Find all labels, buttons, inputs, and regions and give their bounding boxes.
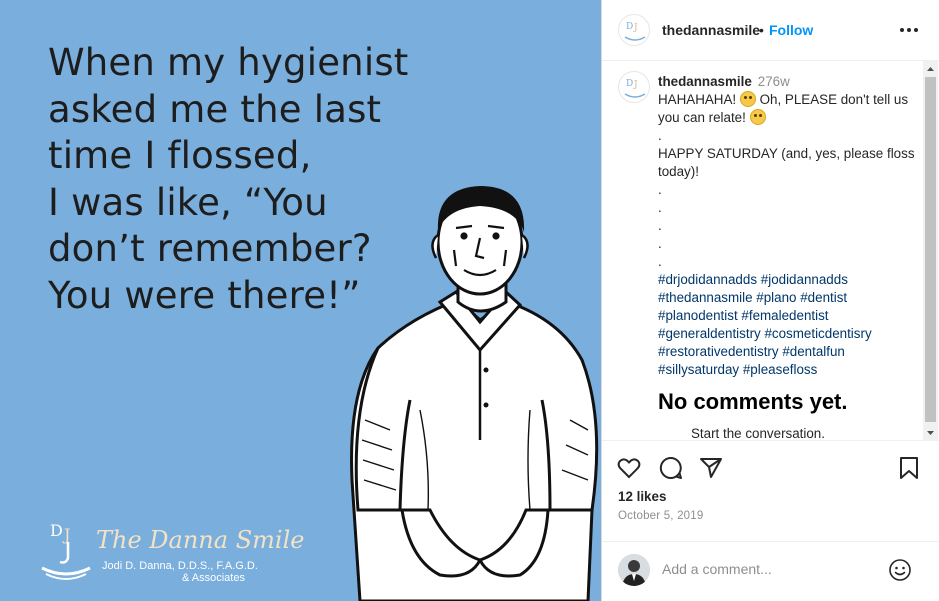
man-illustration bbox=[350, 186, 599, 601]
svg-text:D: D bbox=[626, 22, 633, 32]
more-options-icon[interactable] bbox=[898, 20, 920, 40]
hashtag-link[interactable]: #plano bbox=[756, 290, 796, 305]
caption-username[interactable]: thedannasmile bbox=[658, 74, 752, 89]
caption-avatar[interactable]: D J bbox=[618, 71, 650, 103]
author-avatar[interactable]: D J bbox=[618, 14, 650, 46]
hashtag-link[interactable]: #sillysaturday bbox=[658, 362, 739, 377]
add-comment-bar bbox=[602, 541, 939, 601]
caption-dot: . bbox=[658, 200, 662, 215]
post-side-panel: D J thedannasmile • Follow D J thedannas… bbox=[601, 0, 939, 601]
hashtag-link[interactable]: #drjodidannadds bbox=[658, 272, 757, 287]
grinning-sweat-emoji-icon bbox=[739, 91, 756, 107]
hashtag-line: #planodentist #femaledentist bbox=[658, 307, 920, 325]
user-photo-icon bbox=[618, 554, 650, 586]
heart-icon[interactable] bbox=[616, 455, 642, 481]
caption-time[interactable]: 276w bbox=[758, 74, 790, 89]
add-comment-input[interactable] bbox=[662, 561, 882, 577]
hashtag-link[interactable]: #jodidannadds bbox=[761, 272, 848, 287]
comments-section[interactable]: D J thedannasmile 276w HAHAHAHA! Oh, PLEA… bbox=[602, 61, 939, 441]
svg-text:J: J bbox=[633, 23, 638, 33]
instagram-post-modal: When my hygienist asked me the last time… bbox=[0, 0, 939, 601]
scrollbar-thumb[interactable] bbox=[925, 77, 936, 422]
comment-icon[interactable] bbox=[658, 455, 684, 481]
follow-button[interactable]: Follow bbox=[769, 22, 813, 38]
post-header: D J thedannasmile • Follow bbox=[602, 0, 939, 61]
hashtag-link[interactable]: #generaldentistry bbox=[658, 326, 761, 341]
post-image[interactable]: When my hygienist asked me the last time… bbox=[0, 0, 601, 601]
dj-logo-icon: D J bbox=[624, 79, 646, 98]
hashtag-link[interactable]: #planodentist bbox=[658, 308, 738, 323]
hashtag-link[interactable]: #dentalfun bbox=[782, 344, 845, 359]
hashtag-link[interactable]: #thedannasmile bbox=[658, 290, 753, 305]
danna-smile-logo: D J The Danna Smile Jodi D. Danna, D.D.S… bbox=[38, 518, 304, 588]
svg-text:J: J bbox=[62, 525, 70, 544]
svg-text:D: D bbox=[626, 79, 633, 89]
hashtag-link[interactable]: #dentist bbox=[800, 290, 847, 305]
post-actions: 12 likes October 5, 2019 bbox=[602, 441, 939, 541]
caption-dot: . bbox=[658, 236, 662, 251]
logo-associates: & Associates bbox=[182, 572, 245, 584]
svg-text:D: D bbox=[50, 521, 63, 540]
hashtag-link[interactable]: #cosmeticdentisry bbox=[764, 326, 871, 341]
separator-dot: • bbox=[759, 22, 764, 38]
comments-scrollbar[interactable] bbox=[923, 61, 938, 440]
author-username[interactable]: thedannasmile bbox=[662, 22, 760, 38]
caption: thedannasmile 276w HAHAHAHA! Oh, PLEASE d… bbox=[658, 73, 920, 379]
caption-text-1a: HAHAHAHA! bbox=[658, 92, 737, 107]
hashtag-line: #generaldentistry #cosmeticdentisry bbox=[658, 325, 920, 343]
caption-dot: . bbox=[658, 182, 662, 197]
post-date[interactable]: October 5, 2019 bbox=[618, 510, 703, 522]
caption-dot: . bbox=[658, 254, 662, 269]
hashtag-line: #restorativedentistry #dentalfun bbox=[658, 343, 920, 361]
likes-count[interactable]: 12 likes bbox=[618, 489, 666, 504]
flushed-emoji-icon bbox=[749, 109, 766, 125]
share-icon[interactable] bbox=[698, 455, 724, 481]
current-user-avatar[interactable] bbox=[618, 554, 650, 586]
hashtag-line: #drjodidannadds #jodidannadds bbox=[658, 271, 920, 289]
scroll-up-arrow-icon[interactable] bbox=[923, 63, 938, 75]
emoji-picker-icon[interactable] bbox=[888, 558, 912, 582]
scroll-down-arrow-icon[interactable] bbox=[923, 427, 938, 439]
dj-tooth-logo-icon: D J bbox=[41, 521, 91, 580]
caption-dot: . bbox=[658, 128, 662, 143]
svg-text:J: J bbox=[633, 80, 638, 90]
caption-text-2: HAPPY SATURDAY (and, yes, please floss t… bbox=[658, 146, 915, 179]
logo-doctor-name: Jodi D. Danna, D.D.S., F.A.G.D. bbox=[102, 560, 258, 572]
no-comments-title: No comments yet. bbox=[658, 389, 848, 414]
bookmark-icon[interactable] bbox=[896, 455, 922, 481]
hashtag-link[interactable]: #femaledentist bbox=[741, 308, 828, 323]
start-conversation-text: Start the conversation. bbox=[691, 426, 825, 441]
hashtag-link[interactable]: #restorativedentistry bbox=[658, 344, 779, 359]
caption-dot: . bbox=[658, 218, 662, 233]
hashtag-link[interactable]: #pleasefloss bbox=[743, 362, 817, 377]
logo-name: The Danna Smile bbox=[96, 526, 305, 554]
hashtag-line: #thedannasmile #plano #dentist bbox=[658, 289, 920, 307]
hashtag-line: #sillysaturday #pleasefloss bbox=[658, 361, 920, 379]
dj-logo-icon: D J bbox=[624, 22, 646, 41]
